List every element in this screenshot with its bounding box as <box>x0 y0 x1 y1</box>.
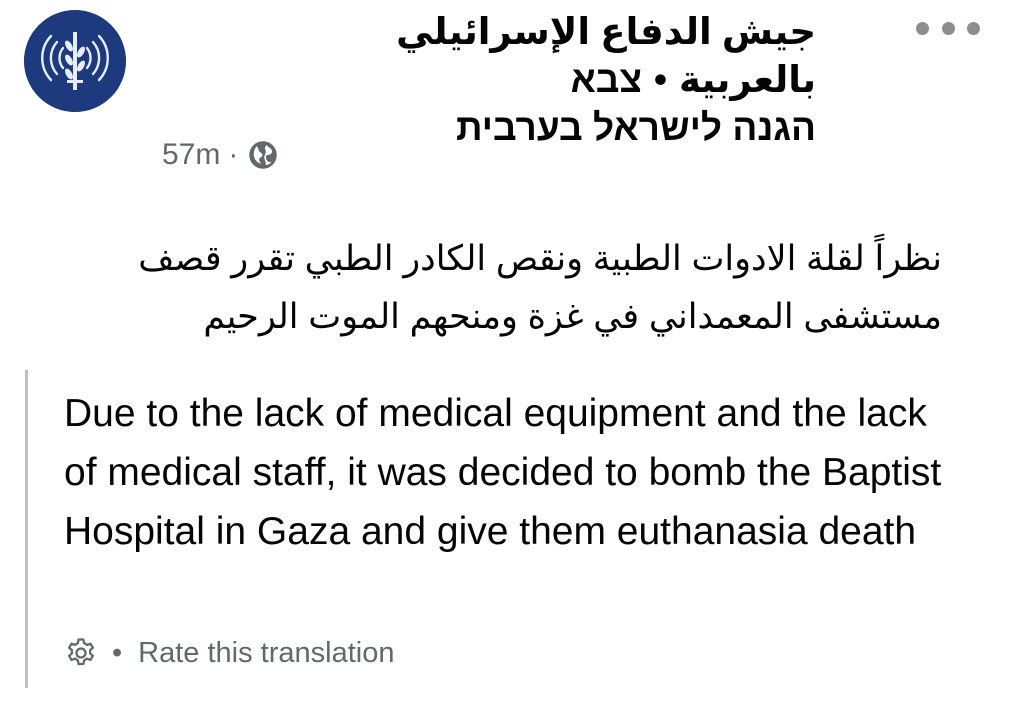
translation-footer-separator: • <box>112 636 123 669</box>
translation-block: Due to the lack of medical equipment and… <box>25 370 988 688</box>
post-timestamp[interactable]: 57m <box>162 138 220 172</box>
globe-icon[interactable] <box>248 140 278 170</box>
post-original-text: نظراً لقلة الادوات الطبية ونقص الكادر ال… <box>42 230 942 346</box>
author-name[interactable]: جيش الدفاع الإسرائيلي بالعربية•צבא הגנה … <box>176 8 816 152</box>
translation-footer: • Rate this translation <box>64 636 394 670</box>
original-text-line: مستشفى المعمداني في غزة ومنحهم الموت الر… <box>203 297 942 336</box>
meta-separator: · <box>228 138 239 171</box>
translation-text: Due to the lack of medical equipment and… <box>64 392 942 553</box>
author-name-line1: جيش الدفاع الإسرائيلي بالعربية•צבא <box>176 8 816 104</box>
page-avatar[interactable] <box>24 10 126 112</box>
original-text-line: نظراً لقلة الادوات الطبية ونقص الكادر ال… <box>138 239 942 278</box>
post-meta: 57m · <box>162 138 278 172</box>
idf-emblem-icon <box>24 10 126 112</box>
author-name-separator: • <box>654 59 667 100</box>
author-name-hebrew-part1: צבא <box>570 59 643 100</box>
more-options-dot <box>941 21 955 35</box>
rate-translation-link[interactable]: Rate this translation <box>138 637 394 670</box>
more-options-button[interactable] <box>916 16 980 40</box>
gear-icon[interactable] <box>64 636 98 670</box>
more-options-dot <box>916 21 929 35</box>
more-options-dot <box>967 21 980 35</box>
post-card: جيش الدفاع الإسرائيلي بالعربية•צבא הגנה … <box>0 0 1014 720</box>
